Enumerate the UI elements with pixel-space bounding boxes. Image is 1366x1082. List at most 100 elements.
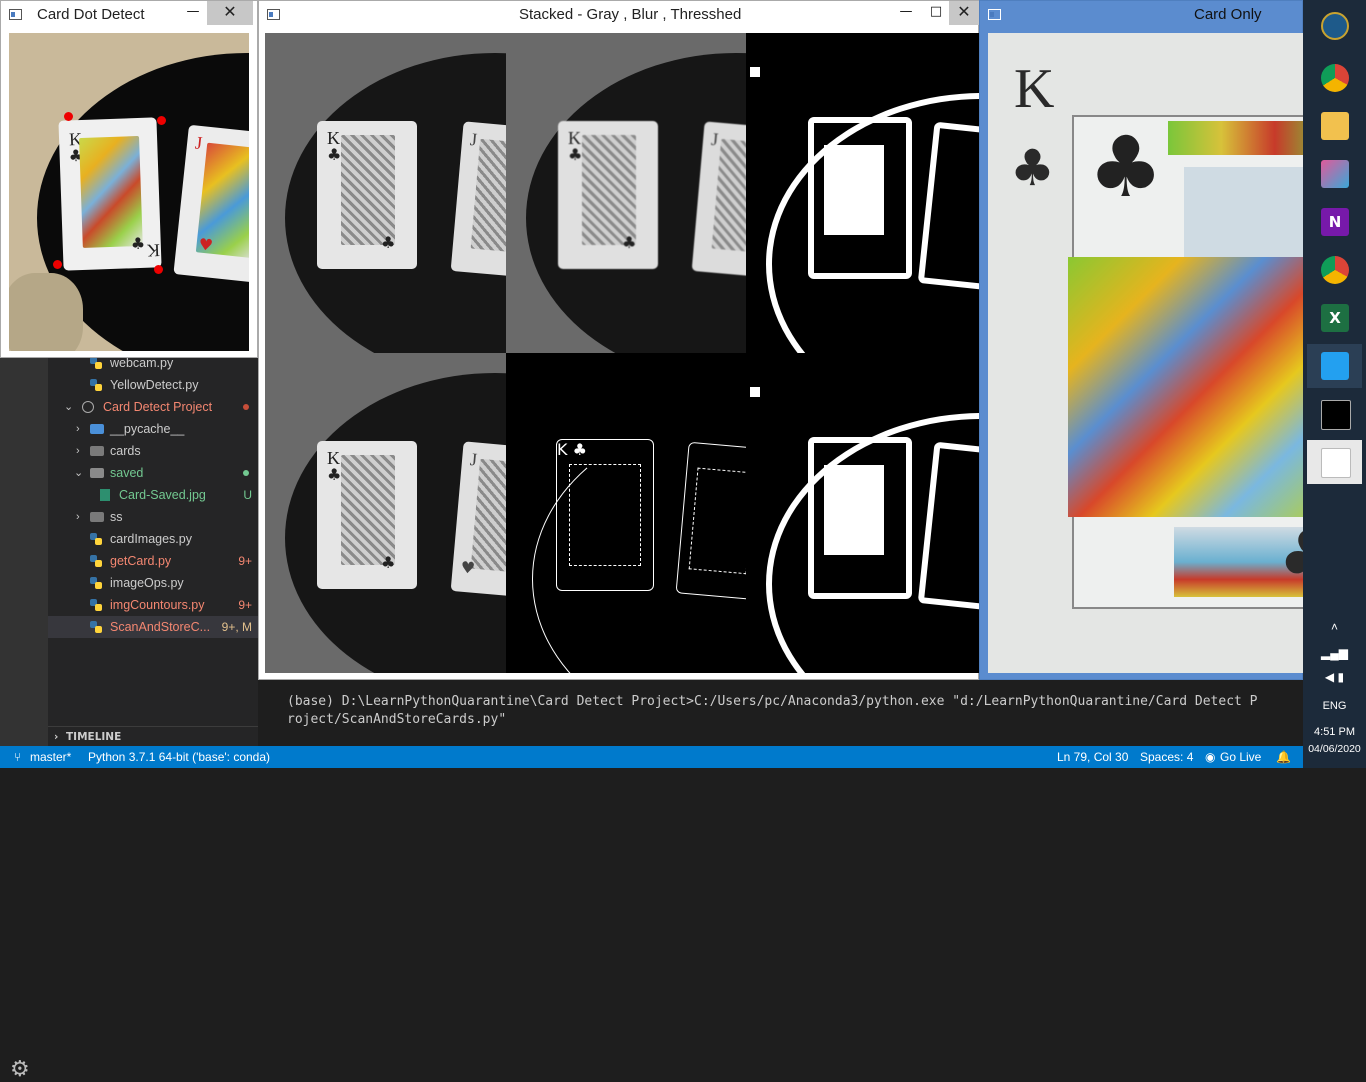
king-edge: K ♣ [556, 439, 654, 591]
tree-item-saved[interactable]: ⌄ saved [48, 462, 258, 484]
chevron-right-icon: › [76, 423, 80, 435]
tree-item-getcard[interactable]: getCard.py 9+ [48, 550, 258, 572]
king-face [582, 135, 636, 245]
heart-icon: ♥ [459, 557, 476, 578]
gray-image-2: K ♣ ♣ J ♥ [265, 353, 506, 673]
titlebar[interactable]: Stacked - Gray , Blur , Thresshed — □ ✕ [259, 1, 979, 31]
clock-time[interactable]: 4:51 PM [1303, 726, 1366, 738]
titlebar[interactable]: Card Only [980, 1, 1302, 31]
minimize-button[interactable]: — [176, 1, 210, 25]
git-branch[interactable]: master* [30, 746, 71, 768]
git-branch-icon: ⑂ [14, 750, 22, 764]
king-card-gray: K ♣ ♣ [317, 121, 417, 269]
excel-icon: X [1321, 304, 1349, 332]
taskbar-vscode[interactable] [1307, 344, 1362, 388]
image-file-icon [100, 489, 110, 501]
card-only-image: K ♣ ♣ ♣ [988, 33, 1304, 673]
jack-face [470, 458, 506, 574]
taskbar-chrome-2[interactable] [1307, 248, 1362, 292]
language-indicator[interactable]: ENG [1303, 700, 1366, 712]
taskbar-paint3d[interactable] [1307, 152, 1362, 196]
tree-item-cards[interactable]: › cards [48, 440, 258, 462]
taskbar-chrome[interactable] [1307, 56, 1362, 100]
king-head [1184, 167, 1304, 267]
tree-item-ss[interactable]: › ss [48, 506, 258, 528]
status-bar: ⑂ master* Python 3.7.1 64-bit ('base': c… [0, 746, 1303, 768]
taskbar-cmd[interactable] [1307, 392, 1362, 436]
jack-edge [675, 441, 746, 601]
threshold-image [746, 33, 979, 353]
king-face-frame: ♣ [1068, 115, 1304, 609]
king-face [341, 455, 395, 565]
volume-icon[interactable]: ◀ ▮ [1303, 670, 1366, 684]
taskbar-start[interactable] [1307, 4, 1362, 48]
taskbar-explorer[interactable] [1307, 104, 1362, 148]
jack-face [711, 138, 746, 254]
king-card-gray: K ♣ ♣ [317, 441, 417, 589]
window-app-icon [267, 9, 280, 20]
tree-item-imageops[interactable]: imageOps.py [48, 572, 258, 594]
king-face [341, 135, 395, 245]
folder-icon [90, 512, 104, 522]
clock-date[interactable]: 04/06/2020 [1303, 743, 1366, 755]
cursor-position[interactable]: Ln 79, Col 30 [1057, 746, 1128, 768]
settings-gear-icon[interactable]: ⚙ [10, 1058, 30, 1082]
club-icon: ♣ [568, 145, 583, 164]
gray-image: K ♣ ♣ J [265, 33, 506, 353]
card-rank: K [557, 440, 568, 459]
python-file-icon [90, 555, 102, 567]
python-file-icon [90, 533, 102, 545]
taskbar-excel[interactable]: X [1307, 296, 1362, 340]
king-face-edges [569, 464, 641, 566]
close-button[interactable]: ✕ [949, 1, 979, 25]
chevron-up-icon[interactable]: ˄ [1303, 620, 1366, 634]
club-icon: ♣ [130, 233, 146, 254]
go-live-button[interactable]: Go Live [1220, 746, 1261, 768]
card-dot-image: K ♣ ♣ K J ♥ [9, 33, 249, 351]
file-explorer-icon [1321, 112, 1349, 140]
taskbar: N X ˄ ▂▄▆ ◀ ▮ ENG 4:51 PM 04/06/2020 [1303, 0, 1366, 768]
error-dot [243, 404, 249, 410]
taskbar-python-window[interactable] [1307, 440, 1362, 484]
chevron-right-icon: › [54, 731, 59, 743]
titlebar[interactable]: Card Dot Detect — ✕ [1, 1, 257, 31]
chrome-icon [1321, 256, 1349, 284]
chrome-icon [1321, 64, 1349, 92]
chevron-right-icon: › [76, 511, 80, 523]
jack-face [470, 138, 506, 254]
jack-face-edges [688, 467, 746, 575]
broadcast-icon: ◉ [1205, 750, 1216, 764]
corner-marker [157, 116, 166, 125]
blank-document-icon [1321, 448, 1351, 478]
terminal-panel[interactable]: (base) D:\LearnPythonQuarantine\Card Det… [258, 680, 1303, 746]
card-only-window[interactable]: Card Only K ♣ ♣ ♣ [979, 0, 1304, 680]
folder-open-icon [90, 468, 104, 478]
maximize-button[interactable]: □ [919, 1, 953, 25]
club-icon: ♣ [327, 145, 342, 164]
timeline-section[interactable]: › TIMELINE [48, 726, 258, 747]
card-dot-window[interactable]: Card Dot Detect — ✕ K ♣ ♣ K J ♥ [0, 0, 258, 358]
king-outline [808, 117, 912, 279]
tree-item-imgcountours[interactable]: imgCountours.py 9+ [48, 594, 258, 616]
indentation[interactable]: Spaces: 4 [1140, 746, 1193, 768]
king-fill [824, 465, 884, 555]
tree-item-cardimages[interactable]: cardImages.py [48, 528, 258, 550]
python-interpreter[interactable]: Python 3.7.1 64-bit ('base': conda) [88, 746, 270, 768]
blur-image: K ♣ ♣ J [506, 33, 746, 353]
tree-item-pycache[interactable]: › __pycache__ [48, 418, 258, 440]
tree-item-project[interactable]: ⌄ Card Detect Project [48, 396, 258, 418]
king-fill [824, 145, 884, 235]
threshold-image-2 [746, 353, 979, 673]
minimize-button[interactable]: — [889, 1, 923, 25]
taskbar-onenote[interactable]: N [1307, 200, 1362, 244]
network-icon[interactable]: ▂▄▆ [1303, 646, 1366, 660]
bell-icon[interactable]: 🔔 [1276, 746, 1291, 768]
tree-item-yellowdetect[interactable]: YellowDetect.py [48, 374, 258, 396]
folder-icon [90, 446, 104, 456]
terminal-line: roject/ScanAndStoreCards.py" [287, 712, 507, 727]
club-icon: ♣ [572, 440, 587, 459]
close-button[interactable]: ✕ [207, 1, 253, 25]
tree-item-scanandstore[interactable]: ScanAndStoreC... 9+, M [48, 616, 258, 638]
tree-item-card-saved[interactable]: Card-Saved.jpg U [48, 484, 258, 506]
stacked-window[interactable]: Stacked - Gray , Blur , Thresshed — □ ✕ … [258, 0, 979, 680]
